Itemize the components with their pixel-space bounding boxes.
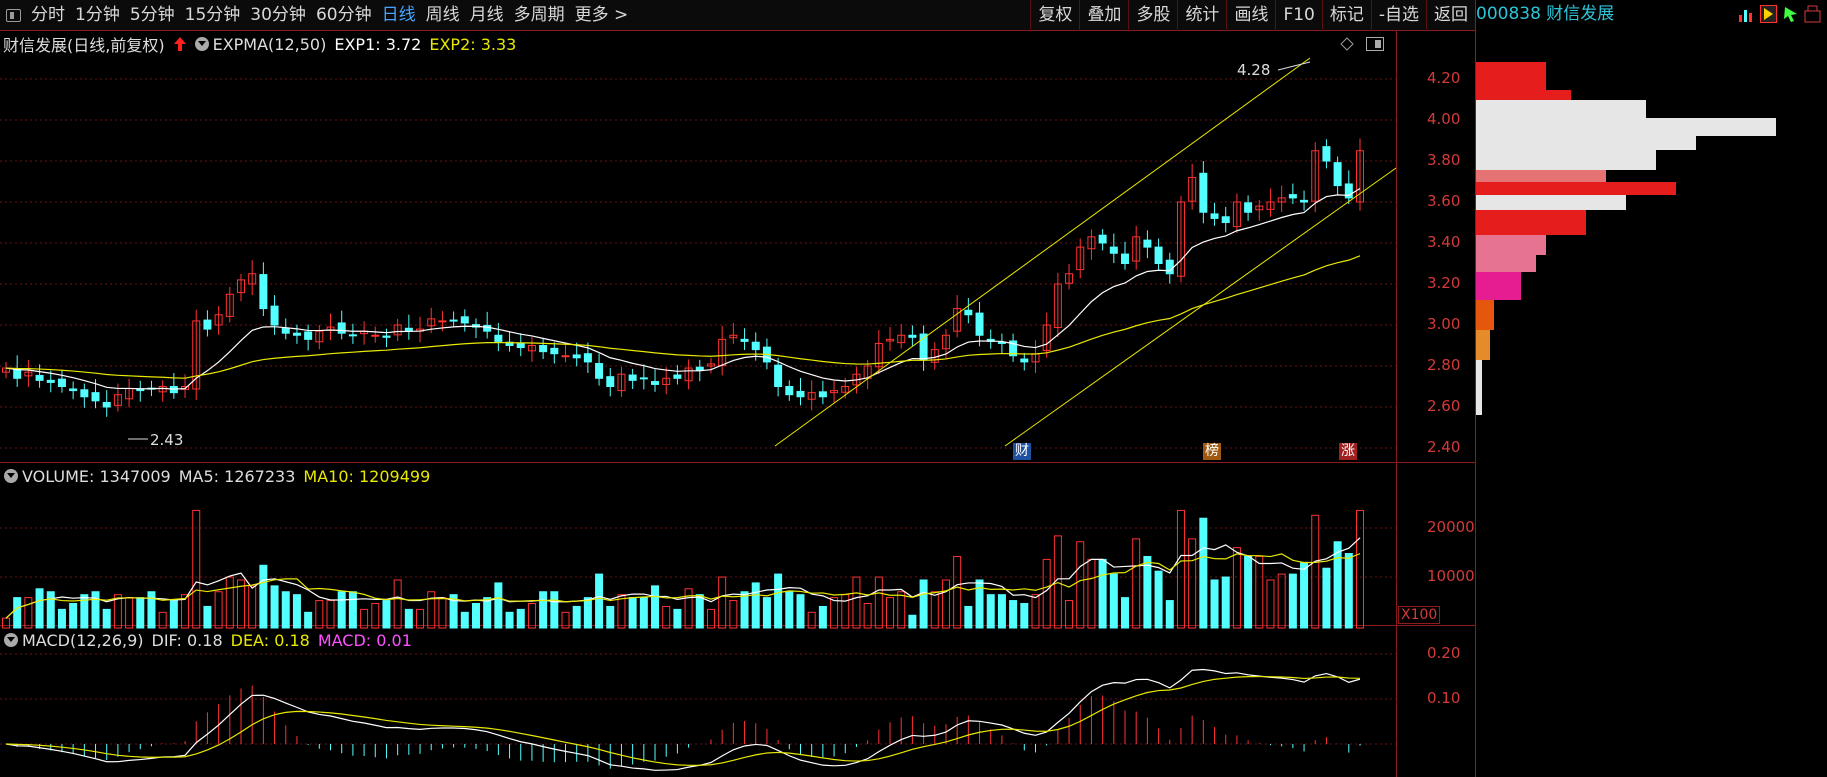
volume-profile-band [1476, 90, 1571, 100]
axis-divider [1396, 31, 1397, 777]
high-price-label: 4.28 [1237, 61, 1271, 79]
stock-code-name: 000838 财信发展 [1476, 4, 1615, 24]
toolbar-button-2[interactable]: 多股 [1128, 0, 1177, 31]
volume-value: VOLUME: 1347009 [22, 466, 171, 486]
period-0[interactable]: 分时 [26, 0, 70, 31]
limit-up-badge[interactable]: 涨 [1339, 443, 1357, 460]
period-1[interactable]: 1分钟 [70, 0, 125, 31]
panel-controls [1340, 37, 1384, 51]
macd-dropdown-icon[interactable] [4, 633, 18, 647]
period-2[interactable]: 5分钟 [125, 0, 180, 31]
profile-divider [1475, 0, 1476, 777]
indicator-name: EXPMA(12,50) [212, 34, 327, 54]
volume-profile-band [1476, 300, 1494, 330]
price-panel[interactable] [0, 31, 1475, 463]
y-tick-label: 20000 [1427, 518, 1475, 536]
volume-profile-band [1476, 118, 1776, 136]
y-tick-label: 2.80 [1427, 356, 1461, 374]
y-tick-label: 3.20 [1427, 274, 1461, 292]
period-5[interactable]: 60分钟 [311, 0, 377, 31]
bar-chart-icon[interactable] [1738, 5, 1755, 23]
exp1-value: EXP1: 3.72 [334, 34, 422, 54]
y-tick-label: 0.10 [1427, 689, 1461, 707]
up-arrow-icon [173, 37, 186, 51]
news-badge[interactable]: 财 [1013, 443, 1031, 460]
volume-profile-band [1476, 360, 1482, 415]
macd-dif: DIF: 0.18 [151, 630, 223, 650]
pointer-icon[interactable] [1782, 5, 1799, 23]
settings-icon[interactable] [1804, 5, 1821, 23]
volume-profile-band [1476, 62, 1546, 90]
window-toggle-icon[interactable] [1366, 37, 1384, 51]
macd-title: MACD(12,26,9) [22, 630, 144, 650]
menu-toggle-icon[interactable] [0, 0, 26, 31]
y-tick-label: 3.00 [1427, 315, 1461, 333]
volume-dropdown-icon[interactable] [4, 469, 18, 483]
y-tick-label: 3.80 [1427, 151, 1461, 169]
ranking-badge[interactable]: 榜 [1203, 443, 1221, 460]
period-9[interactable]: 多周期 [509, 0, 570, 31]
period-8[interactable]: 月线 [465, 0, 509, 31]
toolbar-button-6[interactable]: 标记 [1321, 0, 1371, 31]
volume-profile-band [1476, 182, 1676, 195]
volume-profile-band [1476, 210, 1586, 235]
y-tick-label: 2.60 [1427, 397, 1461, 415]
volume-profile-band [1476, 170, 1606, 182]
toolbar-button-1[interactable]: 叠加 [1079, 0, 1128, 31]
toolbar-button-5[interactable]: F10 [1275, 0, 1321, 31]
volume-profile-band [1476, 136, 1696, 150]
indicator-dropdown-icon[interactable] [194, 37, 209, 51]
volume-ma10: MA10: 1209499 [303, 466, 431, 486]
toolbar-button-0[interactable]: 复权 [1030, 0, 1079, 31]
y-tick-label: 4.00 [1427, 110, 1461, 128]
toolbar-button-4[interactable]: 画线 [1226, 0, 1275, 31]
period-7[interactable]: 周线 [421, 0, 465, 31]
period-10[interactable]: 更多 > [570, 0, 634, 31]
toolbar-button-7[interactable]: -自选 [1370, 0, 1426, 31]
stock-title-label: 财信发展(日线,前复权) [3, 36, 165, 55]
y-tick-label: 4.20 [1427, 69, 1461, 87]
volume-ma5: MA5: 1267233 [178, 466, 296, 486]
period-3[interactable]: 15分钟 [180, 0, 246, 31]
volume-profile-band [1476, 235, 1546, 255]
period-6[interactable]: 日线 [377, 0, 421, 31]
price-panel-header: 财信发展(日线,前复权) EXPMA(12,50) EXP1: 3.72 EXP… [0, 33, 524, 56]
y-tick-label: 0.20 [1427, 644, 1461, 662]
y-tick-label: 10000 [1427, 567, 1475, 585]
y-tick-label: 2.40 [1427, 438, 1461, 456]
exp2-value: EXP2: 3.33 [429, 34, 517, 54]
stock-chart-window: 分时 1分钟 5分钟 15分钟 30分钟 60分钟 日线 周线 月线 多周期 更多 > 复权 叠加 多股… [0, 0, 1827, 777]
macd-panel-header: MACD(12,26,9) DIF: 0.18 DEA: 0.18 MACD: … [0, 629, 420, 651]
period-toolbar: 分时 1分钟 5分钟 15分钟 30分钟 60分钟 日线 周线 月线 多周期 更多 > 复权 叠加 多股… [0, 0, 1475, 31]
volume-profile-band [1476, 150, 1656, 170]
volume-panel[interactable] [0, 464, 1475, 626]
volume-panel-header: VOLUME: 1347009 MA5: 1267233 MA10: 12094… [0, 465, 438, 487]
macd-dea: DEA: 0.18 [230, 630, 310, 650]
toolbar-button-3[interactable]: 统计 [1177, 0, 1226, 31]
flag-icon[interactable] [1760, 5, 1777, 23]
macd-value: MACD: 0.01 [317, 630, 412, 650]
top-right-tools [1738, 5, 1821, 23]
volume-profile-band [1476, 195, 1626, 210]
y-tick-label: 3.40 [1427, 233, 1461, 251]
volume-profile-band [1476, 330, 1490, 360]
low-price-label: 2.43 [150, 431, 184, 449]
period-4[interactable]: 30分钟 [245, 0, 311, 31]
toolbar-button-8[interactable]: 返回 [1426, 0, 1475, 31]
diamond-icon[interactable] [1340, 37, 1354, 51]
volume-profile-band [1476, 272, 1521, 300]
volume-profile-band [1476, 100, 1646, 118]
volume-unit-label: X100 [1398, 606, 1441, 624]
y-tick-label: 3.60 [1427, 192, 1461, 210]
volume-profile-band [1476, 255, 1536, 272]
